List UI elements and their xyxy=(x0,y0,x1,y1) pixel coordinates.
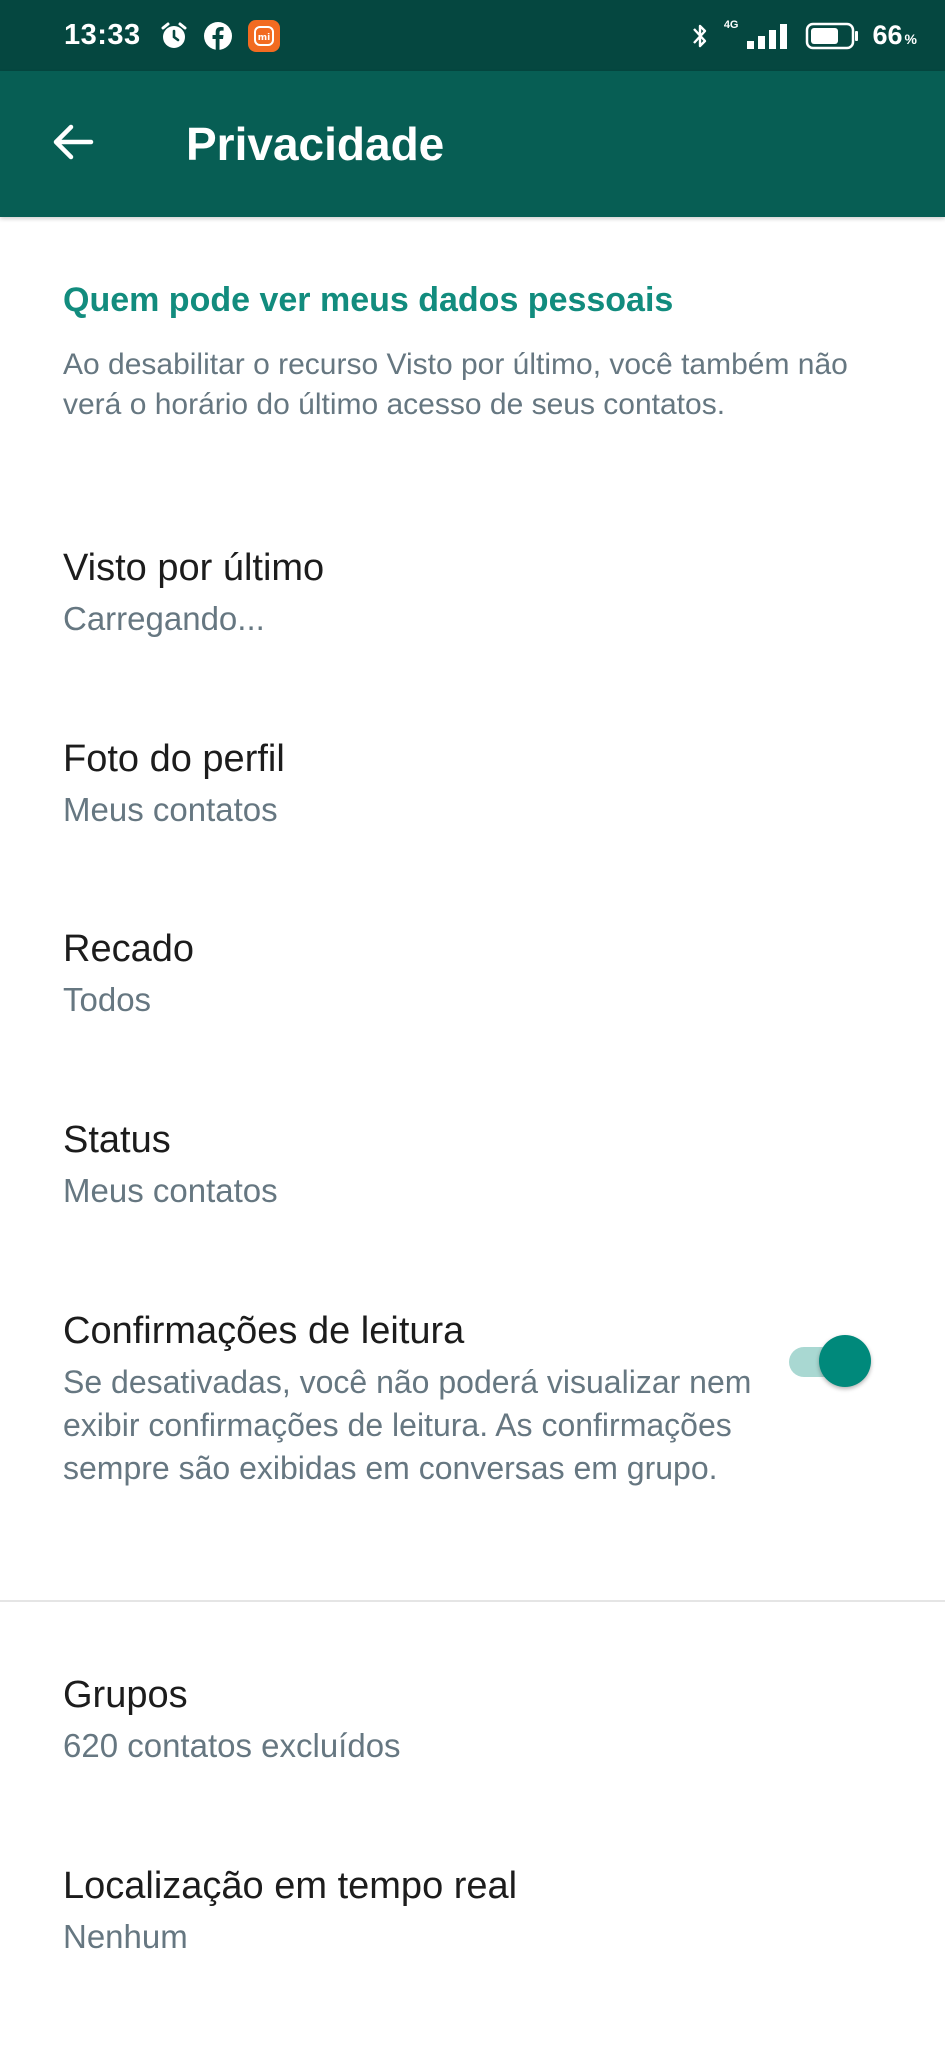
setting-value: Meus contatos xyxy=(63,1172,278,1209)
page-title: Privacidade xyxy=(186,118,445,170)
alarm-icon xyxy=(159,21,189,51)
status-bar-right: 4G 66% xyxy=(690,20,917,51)
signal-icon xyxy=(745,23,791,49)
status-time: 13:33 xyxy=(64,19,141,51)
status-bar: 13:33 mi 4G 66 % xyxy=(0,0,945,71)
setting-title: Foto do perfil xyxy=(63,738,285,780)
status-bar-left: 13:33 mi xyxy=(64,19,281,53)
setting-live-location[interactable]: Localização em tempo real Nenhum xyxy=(0,1862,945,1958)
mi-app-icon: mi xyxy=(247,19,281,53)
section-divider xyxy=(0,1600,945,1602)
app-bar: Privacidade xyxy=(0,71,945,217)
setting-title: Status xyxy=(63,1119,171,1161)
svg-text:mi: mi xyxy=(257,33,269,43)
battery-percent: 66% xyxy=(872,20,918,50)
setting-last-seen[interactable]: Visto por último Carregando... xyxy=(0,544,945,640)
back-button[interactable] xyxy=(28,99,118,189)
arrow-back-icon xyxy=(50,119,96,170)
toggle-thumb xyxy=(819,1335,871,1387)
facebook-icon xyxy=(203,21,233,51)
setting-value: Todos xyxy=(63,981,152,1018)
setting-status[interactable]: Status Meus contatos xyxy=(0,1116,945,1212)
setting-description: Se desativadas, você não poderá visualiz… xyxy=(63,1364,752,1486)
battery-icon xyxy=(805,22,859,50)
setting-title: Localização em tempo real xyxy=(63,1865,518,1907)
setting-value: 620 contatos excluídos xyxy=(63,1727,401,1764)
read-receipts-toggle[interactable] xyxy=(789,1335,871,1387)
setting-title: Recado xyxy=(63,928,194,970)
section-description: Ao desabilitar o recurso Visto por últim… xyxy=(63,348,848,421)
setting-value: Nenhum xyxy=(63,1918,188,1955)
network-type: 4G xyxy=(723,19,739,31)
setting-value: Carregando... xyxy=(63,600,265,637)
setting-groups[interactable]: Grupos 620 contatos excluídos xyxy=(0,1671,945,1767)
setting-about[interactable]: Recado Todos xyxy=(0,925,945,1021)
setting-title: Visto por último xyxy=(63,547,325,589)
setting-profile-photo[interactable]: Foto do perfil Meus contatos xyxy=(0,735,945,831)
setting-value: Meus contatos xyxy=(63,791,278,828)
bluetooth-icon xyxy=(690,21,710,51)
setting-title: Grupos xyxy=(63,1674,188,1716)
section-header: Quem pode ver meus dados pessoais xyxy=(63,281,674,319)
setting-read-receipts[interactable]: Confirmações de leitura Se desativadas, … xyxy=(0,1307,945,1490)
